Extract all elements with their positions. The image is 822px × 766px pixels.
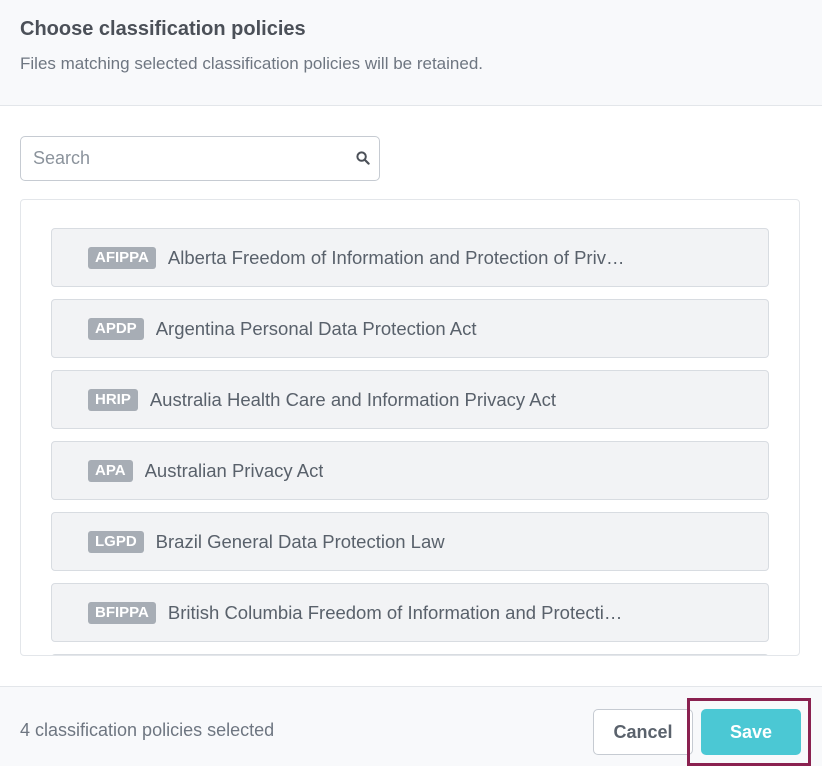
selected-count: 4 classification policies selected xyxy=(20,720,275,740)
save-button[interactable]: Save xyxy=(701,709,801,755)
policy-badge: AFIPPA xyxy=(88,246,156,269)
policy-badge: LGPD xyxy=(88,530,144,553)
policy-badge: APDP xyxy=(88,317,144,340)
search-input[interactable] xyxy=(21,137,351,180)
classification-policy-dialog: Choose classification policies Files mat… xyxy=(0,0,822,766)
policy-item-lgpd[interactable]: LGPD Brazil General Data Protection Law xyxy=(51,512,769,571)
policy-badge: HRIP xyxy=(88,388,138,411)
search-icon[interactable] xyxy=(356,151,370,165)
dialog-footer: 4 classification policies selected Cance… xyxy=(0,686,822,766)
policy-label: British Columbia Freedom of Information … xyxy=(167,601,623,623)
search-box xyxy=(20,136,380,181)
policy-item-bfippa[interactable]: BFIPPA British Columbia Freedom of Infor… xyxy=(51,583,769,642)
policy-item-partial[interactable] xyxy=(51,654,769,655)
policy-item-apdp[interactable]: APDP Argentina Personal Data Protection … xyxy=(51,299,769,358)
policy-list[interactable]: AFIPPA Alberta Freedom of Information an… xyxy=(20,199,800,656)
policy-label: Australian Privacy Act xyxy=(144,459,324,481)
policy-label: Alberta Freedom of Information and Prote… xyxy=(167,246,625,268)
cancel-button[interactable]: Cancel xyxy=(593,709,693,755)
policy-badge: APA xyxy=(88,459,133,482)
policy-badge: BFIPPA xyxy=(88,601,156,624)
policy-label: Argentina Personal Data Protection Act xyxy=(155,317,477,339)
policy-item-afippa[interactable]: AFIPPA Alberta Freedom of Information an… xyxy=(51,228,769,287)
dialog-subtitle: Files matching selected classification p… xyxy=(20,54,483,73)
dialog-title: Choose classification policies xyxy=(20,18,306,40)
dialog-header: Choose classification policies Files mat… xyxy=(0,0,822,106)
policy-label: Australia Health Care and Information Pr… xyxy=(149,388,557,410)
policy-item-hrip[interactable]: HRIP Australia Health Care and Informati… xyxy=(51,370,769,429)
policy-item-apa[interactable]: APA Australian Privacy Act xyxy=(51,441,769,500)
policy-label: Brazil General Data Protection Law xyxy=(155,530,445,552)
